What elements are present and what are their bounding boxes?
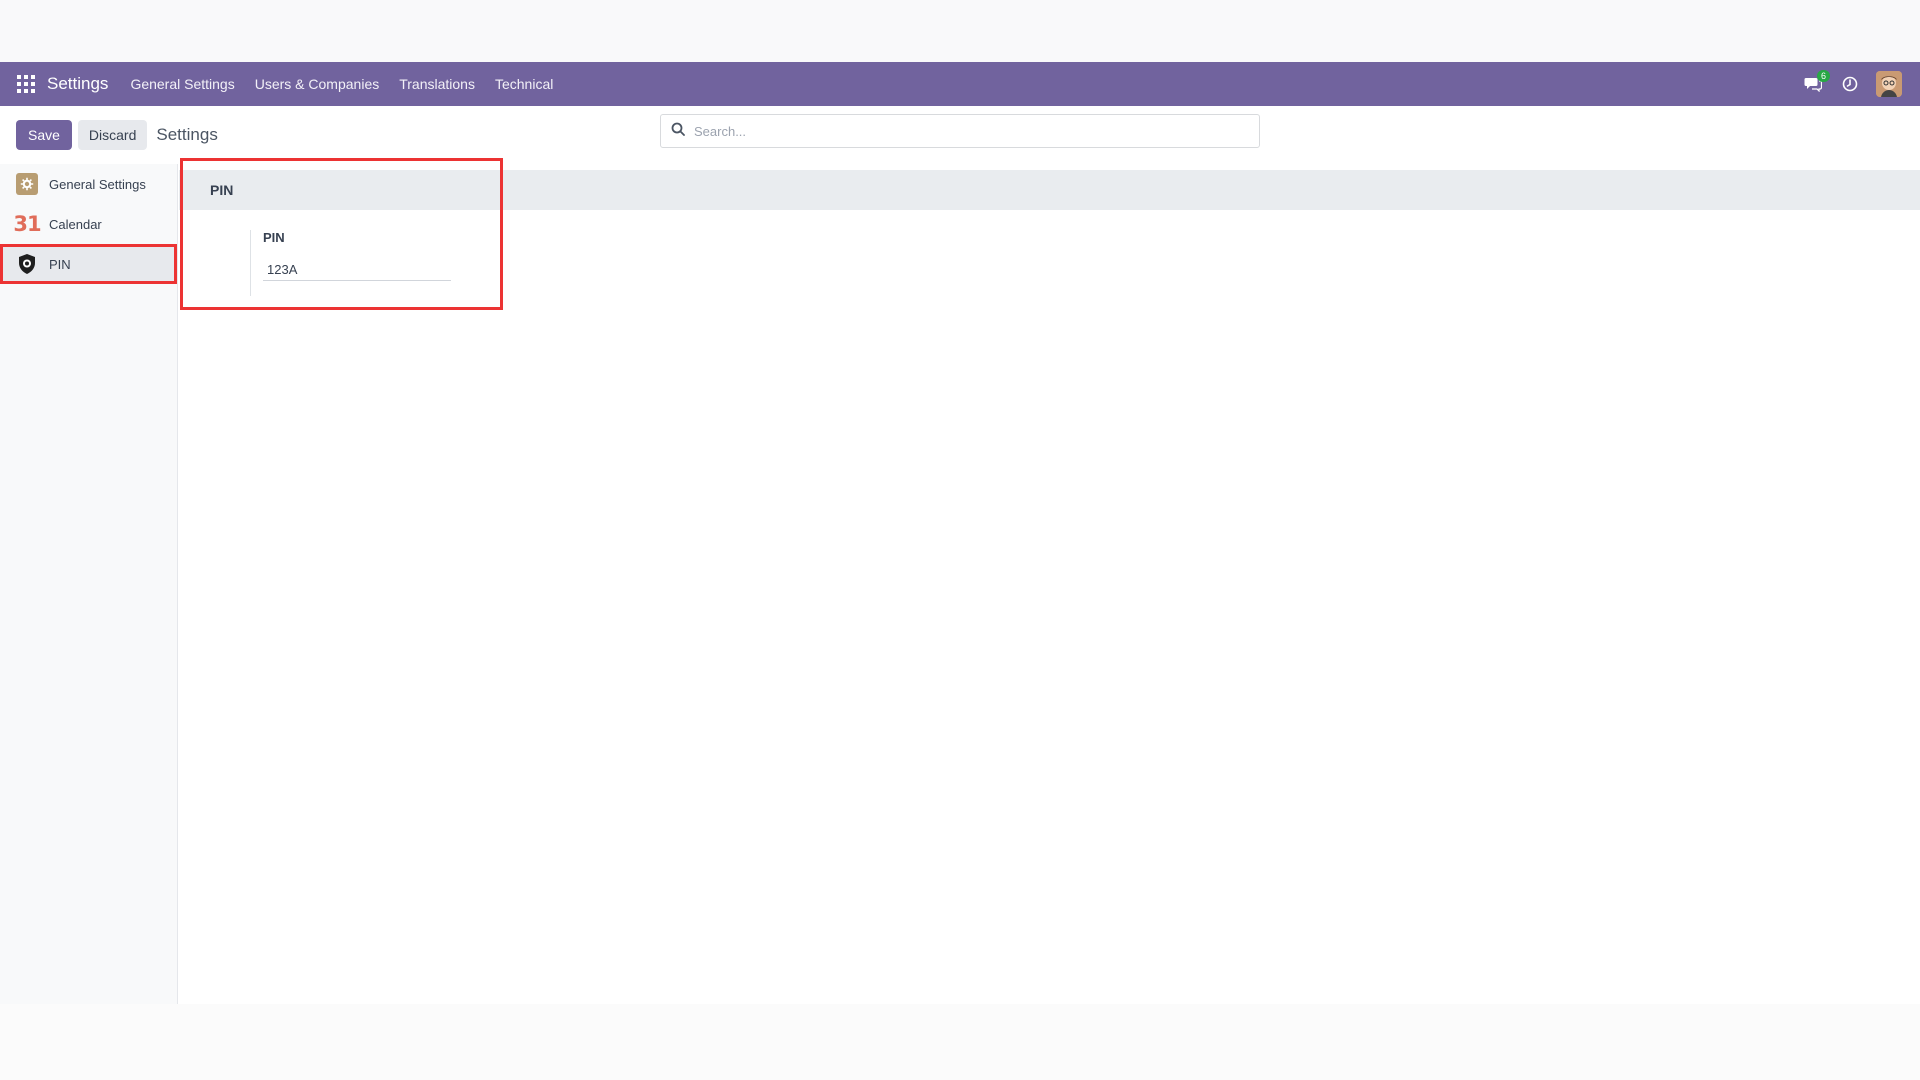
app-brand[interactable]: Settings bbox=[47, 74, 108, 94]
section-title: PIN bbox=[179, 170, 1920, 210]
nav-general-settings[interactable]: General Settings bbox=[120, 76, 244, 92]
nav-translations[interactable]: Translations bbox=[389, 76, 485, 92]
sidebar-item-label: PIN bbox=[49, 256, 71, 272]
pin-field[interactable] bbox=[263, 259, 451, 281]
apps-menu-icon[interactable] bbox=[17, 75, 35, 93]
pin-field-label: PIN bbox=[263, 230, 285, 245]
sidebar-item-general-settings[interactable]: General Settings bbox=[0, 164, 177, 204]
sidebar-item-label: General Settings bbox=[49, 176, 146, 192]
sidebar-item-calendar[interactable]: 31 Calendar bbox=[0, 204, 177, 244]
top-navbar: Settings General Settings Users & Compan… bbox=[0, 62, 1920, 106]
search-icon bbox=[671, 122, 685, 141]
nav-technical[interactable]: Technical bbox=[485, 76, 563, 92]
settings-content: PIN PIN bbox=[179, 164, 1920, 1004]
messages-badge: 6 bbox=[1816, 70, 1830, 82]
gear-icon bbox=[15, 172, 39, 196]
search-bar bbox=[660, 114, 1260, 148]
breadcrumb: Settings bbox=[156, 125, 218, 144]
shield-icon bbox=[15, 252, 39, 276]
nav-users-companies[interactable]: Users & Companies bbox=[245, 76, 390, 92]
sidebar-item-pin[interactable]: PIN bbox=[0, 244, 177, 284]
sidebar-item-label: Calendar bbox=[49, 216, 102, 232]
nav-menu: General Settings Users & Companies Trans… bbox=[120, 76, 563, 92]
save-button[interactable]: Save bbox=[16, 120, 72, 150]
bottom-margin bbox=[0, 1004, 1920, 1080]
user-avatar[interactable] bbox=[1876, 71, 1902, 97]
settings-sidebar: General Settings 31 Calendar PIN bbox=[0, 164, 178, 1004]
pin-setting: PIN bbox=[250, 230, 451, 296]
calendar-icon: 31 bbox=[13, 212, 41, 236]
discard-button[interactable]: Discard bbox=[77, 120, 148, 150]
control-panel: Save Discard Settings bbox=[0, 106, 1920, 164]
messages-icon[interactable]: 6 bbox=[1804, 70, 1830, 92]
search-input[interactable] bbox=[694, 123, 1259, 139]
top-margin bbox=[0, 0, 1920, 62]
navbar-systray: 6 bbox=[1784, 70, 1902, 97]
clock-icon[interactable] bbox=[1842, 76, 1858, 92]
